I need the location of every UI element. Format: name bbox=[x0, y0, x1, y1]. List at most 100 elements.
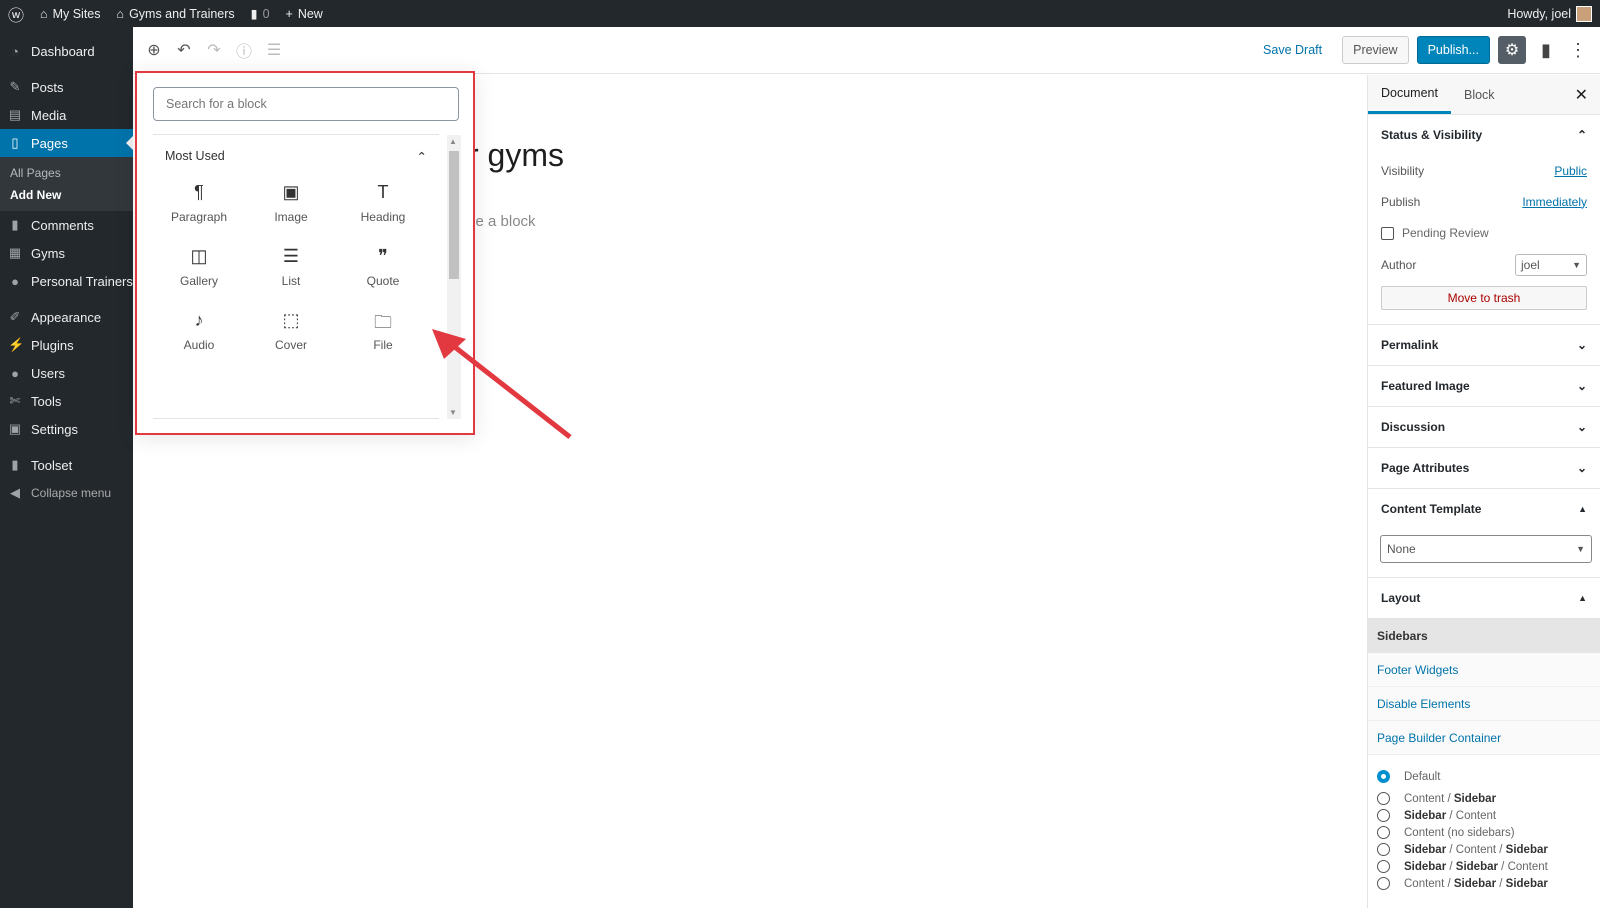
add-block-icon[interactable]: ⊕ bbox=[139, 40, 169, 60]
layout-radio[interactable]: Content / Sidebar / Sidebar bbox=[1377, 875, 1591, 892]
move-to-trash-button[interactable]: Move to trash bbox=[1381, 286, 1587, 310]
pages-icon: ▯ bbox=[11, 135, 19, 150]
label: Comments bbox=[31, 217, 94, 233]
label-part: Sidebar bbox=[1404, 860, 1447, 873]
footer-widgets-tab[interactable]: Footer Widgets bbox=[1368, 653, 1600, 687]
sidebar-item-settings[interactable]: ▣ Settings bbox=[0, 415, 133, 443]
publish-button[interactable]: Publish... bbox=[1416, 36, 1490, 64]
sidebars-tab[interactable]: Sidebars bbox=[1368, 619, 1600, 653]
block-item-list[interactable]: ☰ List bbox=[245, 246, 337, 288]
block-item-quote[interactable]: ❞ Quote bbox=[337, 246, 429, 288]
block-item-gallery[interactable]: ◫ Gallery bbox=[153, 246, 245, 288]
close-icon[interactable]: ✕ bbox=[1575, 85, 1588, 105]
section-toggle-permalink[interactable]: Permalink ⌄ bbox=[1381, 325, 1587, 365]
tab-block[interactable]: Block bbox=[1451, 75, 1508, 114]
submenu-add-new[interactable]: Add New bbox=[0, 184, 133, 206]
submenu-all-pages[interactable]: All Pages bbox=[0, 162, 133, 184]
outline-icon[interactable]: ☰ bbox=[259, 40, 289, 60]
page-title[interactable]: r gyms bbox=[468, 137, 564, 174]
radio-label: Content / Sidebar / Sidebar bbox=[1404, 878, 1548, 890]
label-part: Content bbox=[1455, 843, 1497, 856]
layout-radio[interactable]: Sidebar / Content / Sidebar bbox=[1377, 841, 1591, 858]
sidebar-item-personal-trainers[interactable]: ● Personal Trainers bbox=[0, 267, 133, 295]
howdy-label: Howdy, joel bbox=[1507, 6, 1571, 21]
layout-radio[interactable]: Sidebar / Content bbox=[1377, 807, 1591, 824]
layout-radio[interactable]: Content / Sidebar bbox=[1377, 790, 1591, 807]
block-item-file[interactable]: 🗀 File bbox=[337, 310, 429, 352]
block-item-heading[interactable]: T Heading bbox=[337, 182, 429, 224]
new-link[interactable]: + New bbox=[278, 7, 331, 21]
info-icon[interactable]: ⓘ bbox=[229, 38, 259, 62]
author-select[interactable]: joel ▼ bbox=[1515, 253, 1587, 276]
sidebar-item-dashboard[interactable]: ◔ Dashboard bbox=[0, 37, 133, 65]
visibility-link[interactable]: Public bbox=[1554, 164, 1587, 178]
section-toggle-page-attributes[interactable]: Page Attributes ⌄ bbox=[1381, 448, 1587, 488]
layout-toggle[interactable]: Layout ▲ bbox=[1381, 578, 1587, 618]
most-used-toggle[interactable]: Most Used ⌃ bbox=[153, 135, 439, 178]
site-link[interactable]: ⌂ Gyms and Trainers bbox=[109, 7, 243, 21]
label-part: / bbox=[1446, 860, 1456, 873]
sidebar-item-plugins[interactable]: ⚡ Plugins bbox=[0, 331, 133, 359]
block-item-image[interactable]: ▣ Image bbox=[245, 182, 337, 224]
tab-document[interactable]: Document bbox=[1368, 75, 1451, 114]
dashboard-icon: ◔ bbox=[11, 43, 19, 59]
settings-gear-icon[interactable]: ⚙ bbox=[1498, 36, 1526, 64]
pending-review-checkbox[interactable]: Pending Review bbox=[1381, 217, 1587, 249]
undo-icon[interactable]: ↶ bbox=[169, 40, 199, 60]
block-search-input[interactable] bbox=[153, 87, 459, 121]
section-toggle-featured-image[interactable]: Featured Image ⌄ bbox=[1381, 366, 1587, 406]
section-title: Page Attributes bbox=[1381, 461, 1470, 475]
block-label: Paragraph bbox=[170, 210, 228, 224]
block-item-paragraph[interactable]: ¶ Paragraph bbox=[153, 182, 245, 224]
block-label: Quote bbox=[366, 274, 400, 288]
visibility-label: Visibility bbox=[1381, 163, 1425, 178]
page-builder-container-tab[interactable]: Page Builder Container bbox=[1368, 721, 1600, 755]
content-template-toggle[interactable]: Content Template ▲ bbox=[1381, 489, 1587, 529]
label-part: / bbox=[1444, 877, 1454, 890]
radio-icon bbox=[1377, 809, 1390, 822]
label: Dashboard bbox=[31, 43, 95, 59]
radio-icon bbox=[1377, 877, 1390, 890]
content-template-select[interactable]: None ▼ bbox=[1380, 535, 1592, 563]
gyms-icon: ▦ bbox=[8, 245, 22, 260]
radio-icon bbox=[1377, 843, 1390, 856]
sidebar-item-appearance[interactable]: ✐ Appearance bbox=[0, 303, 133, 331]
quote-icon: ❞ bbox=[378, 246, 388, 266]
sidebar-item-pages[interactable]: ▯ Pages bbox=[0, 129, 133, 157]
publish-date-link[interactable]: Immediately bbox=[1522, 195, 1587, 209]
layout-radio[interactable]: Sidebar / Sidebar / Content bbox=[1377, 858, 1591, 875]
sidebar-item-comments[interactable]: ▮ Comments bbox=[0, 211, 133, 239]
settings-icon: ▣ bbox=[8, 421, 22, 436]
block-placeholder[interactable]: se a block bbox=[468, 213, 536, 230]
status-visibility-toggle[interactable]: Status & Visibility ⌃ bbox=[1381, 115, 1587, 155]
sidebar-item-toolset[interactable]: ▮ Toolset bbox=[0, 451, 133, 479]
save-draft-button[interactable]: Save Draft bbox=[1263, 43, 1322, 57]
account-menu[interactable]: Howdy, joel bbox=[1499, 5, 1600, 22]
label-part: / bbox=[1446, 809, 1456, 822]
sidebar-item-posts[interactable]: ✎ Posts bbox=[0, 73, 133, 101]
more-options-icon[interactable]: ⋮ bbox=[1566, 40, 1590, 61]
layout-radio[interactable]: Default bbox=[1377, 765, 1591, 788]
chevron-down-icon: ⌄ bbox=[1576, 420, 1587, 434]
list-icon: ☰ bbox=[282, 246, 300, 266]
wordpress-logo-icon[interactable]: ⓦ bbox=[0, 2, 32, 26]
redo-icon[interactable]: ↷ bbox=[199, 40, 229, 60]
sidebar-item-users[interactable]: ● Users bbox=[0, 359, 133, 387]
block-item-audio[interactable]: ♪ Audio bbox=[153, 310, 245, 352]
collapse-menu[interactable]: ◀ Collapse menu bbox=[0, 479, 133, 507]
my-sites-link[interactable]: ⌂ My Sites bbox=[32, 7, 109, 21]
plus-icon: + bbox=[285, 6, 293, 21]
disable-elements-tab[interactable]: Disable Elements bbox=[1368, 687, 1600, 721]
layout-radio[interactable]: Content (no sidebars) bbox=[1377, 824, 1591, 841]
label: Toolset bbox=[31, 457, 73, 473]
comments-link[interactable]: ▮ 0 bbox=[243, 6, 278, 22]
block-item-cover[interactable]: ⬚ Cover bbox=[245, 310, 337, 352]
pages-submenu: All Pages Add New bbox=[0, 157, 133, 211]
sidebar-item-media[interactable]: ▤ Media bbox=[0, 101, 133, 129]
sidebar-item-tools[interactable]: ✄ Tools bbox=[0, 387, 133, 415]
section-toggle-discussion[interactable]: Discussion ⌄ bbox=[1381, 407, 1587, 447]
toolset-icon[interactable]: ▮ bbox=[1534, 40, 1558, 61]
preview-button[interactable]: Preview bbox=[1342, 36, 1409, 64]
template-value: None bbox=[1387, 542, 1416, 556]
sidebar-item-gyms[interactable]: ▦ Gyms bbox=[0, 239, 133, 267]
